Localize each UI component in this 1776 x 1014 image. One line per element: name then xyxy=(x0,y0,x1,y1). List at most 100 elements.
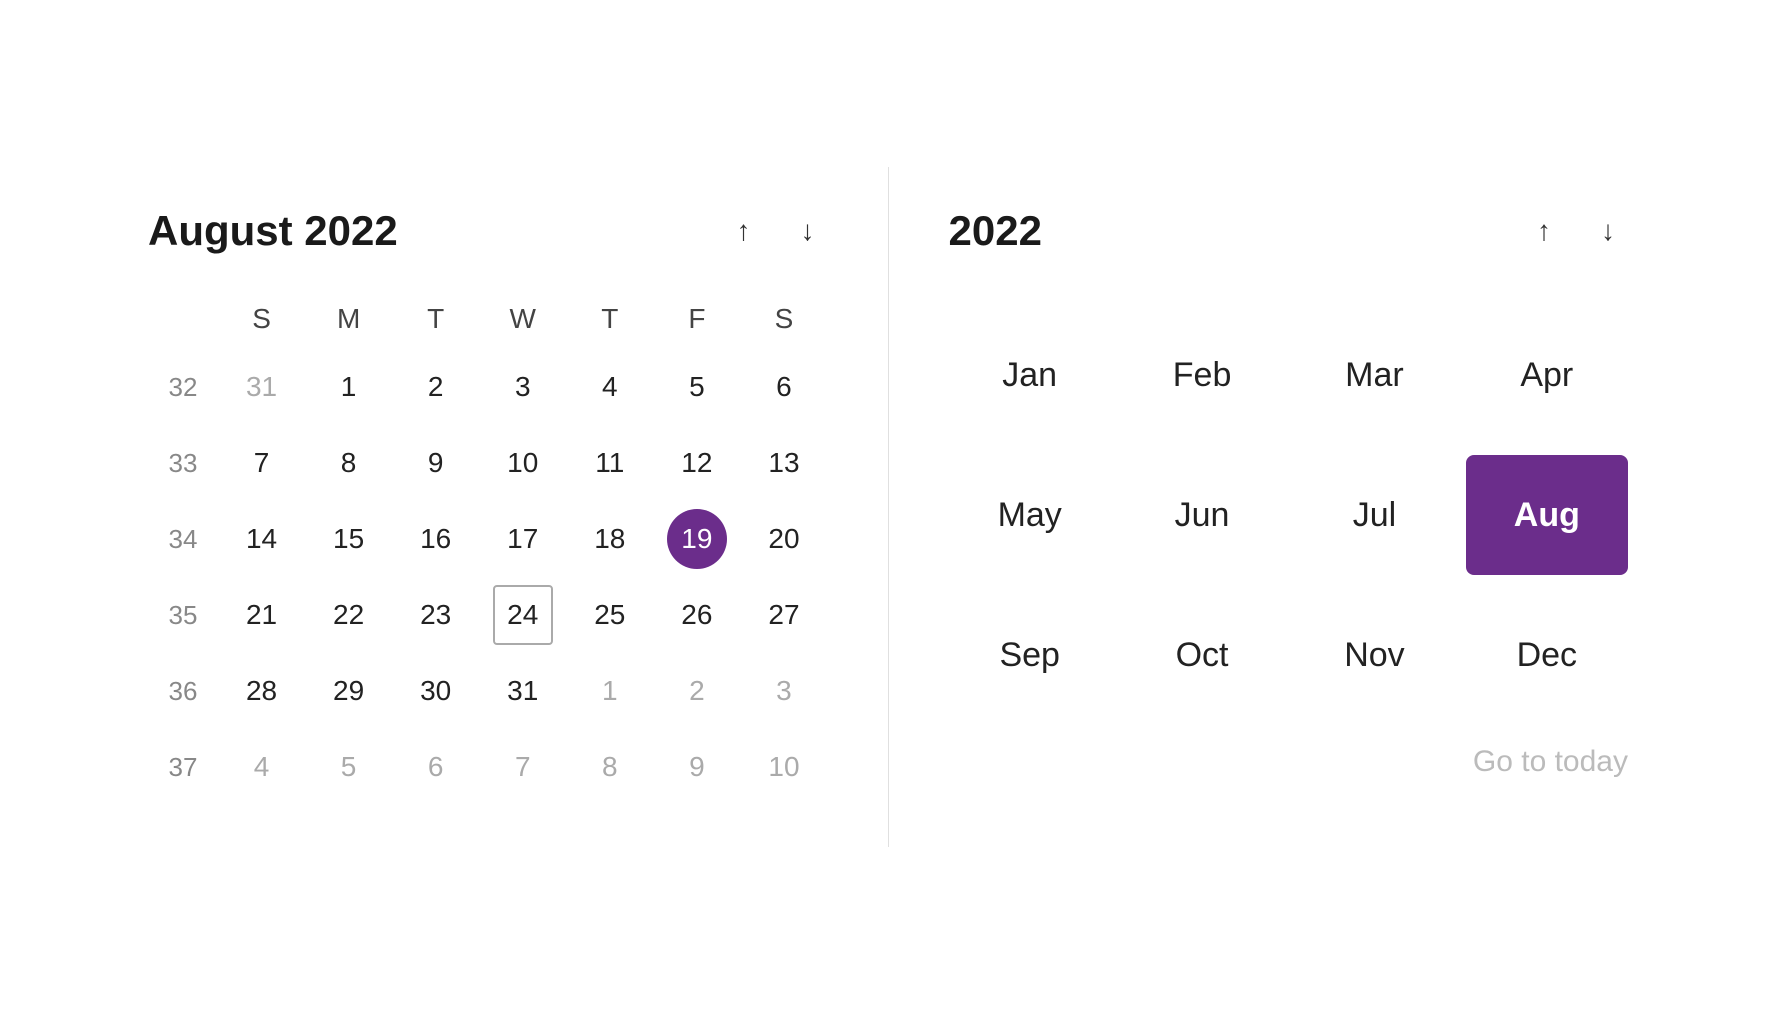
day-number: 18 xyxy=(580,509,640,569)
day-cell[interactable]: 15 xyxy=(305,503,392,575)
right-header: 2022 ↑ ↓ xyxy=(949,207,1629,255)
go-to-today-button[interactable]: Go to today xyxy=(949,745,1629,779)
day-number: 26 xyxy=(667,585,727,645)
day-cell[interactable]: 20 xyxy=(740,503,827,575)
day-number: 8 xyxy=(580,737,640,797)
day-number: 27 xyxy=(754,585,814,645)
month-cell-sep[interactable]: Sep xyxy=(949,595,1111,715)
cal-row: 3231123456 xyxy=(148,351,828,423)
day-cell[interactable]: 4 xyxy=(218,731,305,803)
day-cell[interactable]: 24 xyxy=(479,579,566,651)
day-cell[interactable]: 17 xyxy=(479,503,566,575)
dow-header-row: SMTWTFS xyxy=(148,295,828,343)
day-number: 29 xyxy=(319,661,379,721)
right-nav-down[interactable]: ↓ xyxy=(1588,211,1628,251)
day-cell[interactable]: 31 xyxy=(218,351,305,423)
dow-header-cell: S xyxy=(740,295,827,343)
week-number: 34 xyxy=(148,503,218,575)
dow-header-cell: T xyxy=(392,295,479,343)
day-number: 12 xyxy=(667,433,727,493)
left-panel: August 2022 ↑ ↓ SMTWTFS 3231123456337891… xyxy=(88,167,889,847)
day-cell[interactable]: 3 xyxy=(740,655,827,727)
day-number: 13 xyxy=(754,433,814,493)
day-number: 20 xyxy=(754,509,814,569)
cal-row: 3378910111213 xyxy=(148,427,828,499)
month-cell-oct[interactable]: Oct xyxy=(1121,595,1283,715)
day-cell[interactable]: 10 xyxy=(479,427,566,499)
day-cell[interactable]: 27 xyxy=(740,579,827,651)
week-number: 32 xyxy=(148,351,218,423)
right-nav-arrows: ↑ ↓ xyxy=(1524,211,1628,251)
day-cell[interactable]: 25 xyxy=(566,579,653,651)
cal-row: 352122 23242526 27 xyxy=(148,579,828,651)
week-number: 35 xyxy=(148,579,218,651)
left-nav-down[interactable]: ↓ xyxy=(788,211,828,251)
day-number: 16 xyxy=(406,509,466,569)
month-cell-jul[interactable]: Jul xyxy=(1293,455,1455,575)
day-number: 2 xyxy=(406,357,466,417)
month-cell-mar[interactable]: Mar xyxy=(1293,315,1455,435)
day-number: 7 xyxy=(232,433,292,493)
day-cell[interactable]: 29 xyxy=(305,655,392,727)
day-number: 23 xyxy=(406,585,466,645)
day-number: 22 xyxy=(319,585,379,645)
week-number: 36 xyxy=(148,655,218,727)
month-year-title: August 2022 xyxy=(148,207,398,255)
day-cell[interactable]: 6 xyxy=(740,351,827,423)
day-cell[interactable]: 26 xyxy=(653,579,740,651)
day-cell[interactable]: 22 xyxy=(305,579,392,651)
day-cell[interactable]: 31 xyxy=(479,655,566,727)
month-cell-dec[interactable]: Dec xyxy=(1466,595,1628,715)
dow-header-cell: S xyxy=(218,295,305,343)
day-cell[interactable]: 23 xyxy=(392,579,479,651)
day-cell[interactable]: 21 xyxy=(218,579,305,651)
left-nav-arrows: ↑ ↓ xyxy=(724,211,828,251)
day-number: 9 xyxy=(667,737,727,797)
day-cell[interactable]: 3 xyxy=(479,351,566,423)
day-cell[interactable]: 9 xyxy=(653,731,740,803)
left-nav-up[interactable]: ↑ xyxy=(724,211,764,251)
month-cell-jan[interactable]: Jan xyxy=(949,315,1111,435)
day-number: 17 xyxy=(493,509,553,569)
day-cell[interactable]: 30 xyxy=(392,655,479,727)
day-number: 5 xyxy=(667,357,727,417)
month-cell-jun[interactable]: Jun xyxy=(1121,455,1283,575)
month-cell-feb[interactable]: Feb xyxy=(1121,315,1283,435)
day-number: 3 xyxy=(493,357,553,417)
day-cell[interactable]: 5 xyxy=(305,731,392,803)
calendar-container: August 2022 ↑ ↓ SMTWTFS 3231123456337891… xyxy=(88,167,1688,847)
day-cell[interactable]: 12 xyxy=(653,427,740,499)
day-cell[interactable]: 13 xyxy=(740,427,827,499)
right-nav-up[interactable]: ↑ xyxy=(1524,211,1564,251)
day-number: 14 xyxy=(232,509,292,569)
day-cell[interactable]: 11 xyxy=(566,427,653,499)
day-cell[interactable]: 18 xyxy=(566,503,653,575)
day-cell[interactable]: 8 xyxy=(305,427,392,499)
day-cell[interactable]: 19 xyxy=(653,503,740,575)
day-cell[interactable]: 8 xyxy=(566,731,653,803)
day-cell[interactable]: 2 xyxy=(392,351,479,423)
day-cell[interactable]: 28 xyxy=(218,655,305,727)
day-cell[interactable]: 2 xyxy=(653,655,740,727)
dow-header-cell: F xyxy=(653,295,740,343)
day-cell[interactable]: 7 xyxy=(479,731,566,803)
month-cell-may[interactable]: May xyxy=(949,455,1111,575)
day-number: 5 xyxy=(319,737,379,797)
day-number: 31 xyxy=(493,661,553,721)
day-cell[interactable]: 16 xyxy=(392,503,479,575)
cal-row: 3745678910 xyxy=(148,731,828,803)
day-cell[interactable]: 4 xyxy=(566,351,653,423)
day-cell[interactable]: 1 xyxy=(305,351,392,423)
day-cell[interactable]: 14 xyxy=(218,503,305,575)
day-cell[interactable]: 7 xyxy=(218,427,305,499)
month-cell-nov[interactable]: Nov xyxy=(1293,595,1455,715)
day-cell[interactable]: 5 xyxy=(653,351,740,423)
week-number: 37 xyxy=(148,731,218,803)
month-cell-aug[interactable]: Aug xyxy=(1466,455,1628,575)
day-cell[interactable]: 1 xyxy=(566,655,653,727)
day-cell[interactable]: 6 xyxy=(392,731,479,803)
right-panel: 2022 ↑ ↓ JanFebMarApr MayJunJulAug SepOctN… xyxy=(889,167,1689,847)
month-cell-apr[interactable]: Apr xyxy=(1466,315,1628,435)
day-cell[interactable]: 10 xyxy=(740,731,827,803)
day-cell[interactable]: 9 xyxy=(392,427,479,499)
